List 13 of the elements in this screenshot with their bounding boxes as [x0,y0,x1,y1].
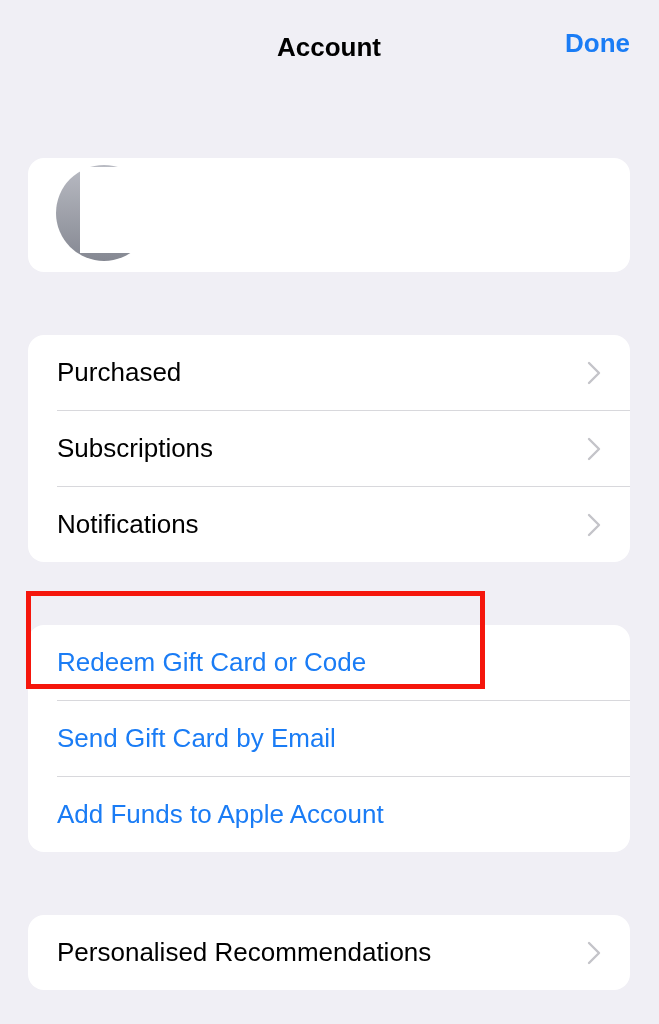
chevron-icon [587,436,601,461]
profile-card[interactable] [28,158,630,272]
screen-title: Account [277,32,381,63]
menu-item[interactable]: Purchased [57,335,630,410]
menu-item[interactable]: Subscriptions [57,410,630,486]
menu-item[interactable]: Notifications [57,486,630,562]
chevron-icon [587,940,601,965]
chevron-icon [587,512,601,537]
chevron-icon [587,360,601,385]
action-link[interactable]: Send Gift Card by Email [57,700,630,776]
done-button[interactable]: Done [565,28,630,59]
action-link[interactable]: Add Funds to Apple Account [57,776,630,852]
action-link[interactable]: Redeem Gift Card or Code [57,625,630,700]
